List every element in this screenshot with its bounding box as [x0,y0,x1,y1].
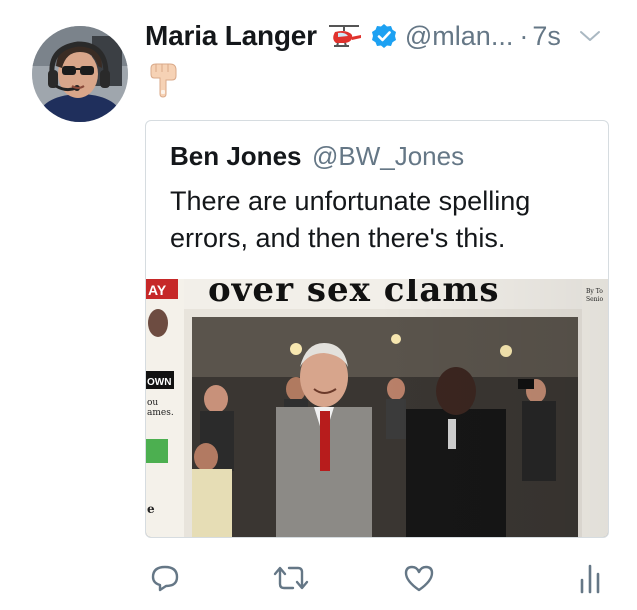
quoted-tweet-text: There are unfortunate spelling errors, a… [170,186,531,253]
tweet-header: Maria Langer @mlan... · 7s [145,18,617,54]
quoted-author-name: Ben Jones [170,141,302,171]
quoted-tweet-header: Ben Jones @BW_Jones [170,141,464,172]
like-icon [404,565,434,592]
newspaper-photo: over sex clams AY OWN ou ames. e By To S… [146,270,608,537]
retweet-button[interactable] [269,558,313,598]
analytics-icon [580,564,600,594]
quoted-tweet-image[interactable]: over sex clams AY OWN ou ames. e By To S… [146,270,608,537]
avatar[interactable] [32,26,128,122]
helicopter-icon [328,25,361,47]
author-display-name[interactable]: Maria Langer [145,20,317,52]
retweet-icon [273,566,309,590]
chevron-down-icon[interactable] [579,29,601,43]
dot-separator: · [519,20,529,51]
quoted-tweet-card[interactable]: Ben Jones @BW_Jones There are unfortunat… [145,120,609,538]
pointing-down-hand-icon [150,63,177,98]
reply-icon [151,565,179,592]
reply-button[interactable] [145,558,185,598]
analytics-button[interactable] [575,558,605,598]
author-handle[interactable]: @mlan... [405,21,513,52]
avatar-photo [32,26,128,122]
quoted-author-handle: @BW_Jones [311,141,465,171]
like-button[interactable] [399,558,439,598]
verified-badge-icon [371,24,396,48]
tweet-actions [145,558,605,598]
timestamp[interactable]: 7s [532,21,561,52]
